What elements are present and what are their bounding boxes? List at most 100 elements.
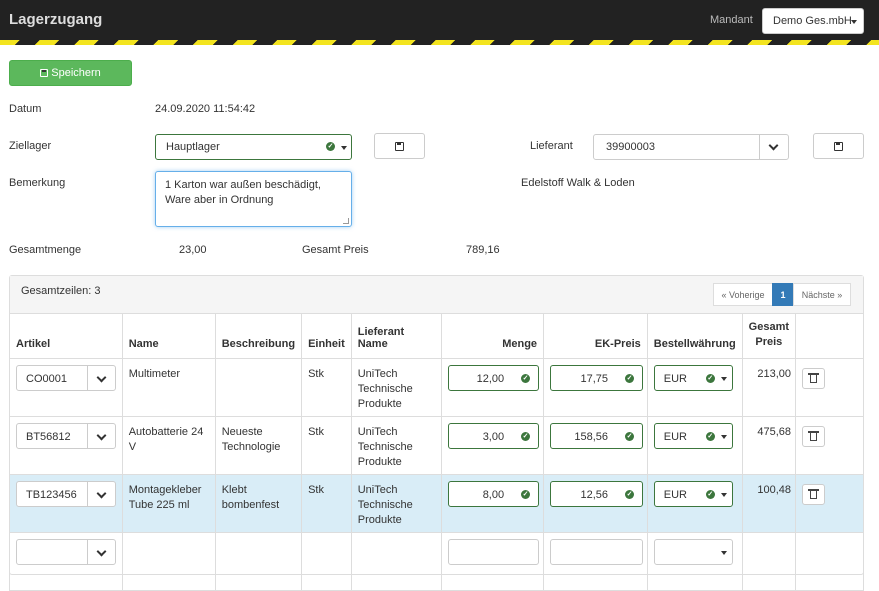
input-divider <box>759 135 760 159</box>
ek-preis-value: 158,56 <box>574 431 609 443</box>
tenant-select[interactable]: Demo Ges.mbH <box>762 8 864 34</box>
einheit-cell: Stk <box>308 426 324 438</box>
name-cell: Multimeter <box>128 368 181 380</box>
table-row: TB123456 Montagekleber Tube 225 ml Klebt… <box>9 474 864 533</box>
pager-prev-button[interactable]: « Voherige <box>713 283 773 306</box>
chevron-down-icon[interactable] <box>96 546 107 557</box>
positions-table: Artikel Name Beschreibung Einheit Liefer… <box>9 313 864 591</box>
waehrung-select[interactable]: EUR ✓ <box>653 423 733 449</box>
waehrung-select[interactable]: EUR ✓ <box>653 365 733 391</box>
check-circle-icon: ✓ <box>705 432 715 441</box>
name-cell: Autobatterie 24 V <box>128 426 204 453</box>
menge-input[interactable]: 12,00 ✓ <box>448 365 540 391</box>
waehrung-value: EUR <box>663 373 687 385</box>
save-button-label: Speichern <box>51 67 101 79</box>
ek-preis-input[interactable]: 12,56 ✓ <box>550 481 644 507</box>
delete-row-button[interactable] <box>802 426 826 447</box>
gesamt-cell: 475,68 <box>757 426 792 438</box>
ziellager-label: Ziellager <box>9 140 52 152</box>
check-circle-icon: ✓ <box>521 432 531 441</box>
menge-input-empty[interactable] <box>448 539 540 565</box>
lieferant-label: Lieferant <box>530 140 573 152</box>
einheit-cell: Stk <box>308 484 324 496</box>
pager-page-1[interactable]: 1 <box>772 283 794 306</box>
col-header-name: Name <box>121 313 216 359</box>
col-header-lieferant-name: Lieferant Name <box>350 313 443 359</box>
col-header-gesamt-preis: Gesamt Preis <box>741 313 797 359</box>
check-circle-icon: ✓ <box>521 374 531 383</box>
panel-header: Gesamtzeilen: 3 « Voherige 1 Nächste » <box>10 276 863 314</box>
artikel-value: CO0001 <box>26 373 67 385</box>
gesamt-cell: 213,00 <box>757 368 792 380</box>
lieferant-name: Edelstoff Walk & Loden <box>521 177 635 189</box>
check-circle-icon: ✓ <box>625 374 635 383</box>
artikel-select[interactable]: CO0001 <box>16 365 116 391</box>
gesamtpreis-value: 789,16 <box>466 244 500 256</box>
col-header-ek-preis: EK-Preis <box>543 313 648 359</box>
chevron-down-icon[interactable] <box>96 488 107 499</box>
col-header-bestellwaehrung: Bestellwährung <box>646 313 743 359</box>
tenant-select-value: Demo Ges.mbH <box>773 15 852 27</box>
resize-handle-icon[interactable] <box>343 218 349 224</box>
floppy-disk-icon <box>834 142 843 151</box>
waehrung-select[interactable]: EUR ✓ <box>653 481 733 507</box>
artikel-value: BT56812 <box>26 431 71 443</box>
lieferant-save-button[interactable] <box>813 133 864 159</box>
menge-value: 3,00 <box>482 431 505 443</box>
col-header-artikel: Artikel <box>9 313 123 359</box>
check-circle-icon: ✓ <box>705 490 715 499</box>
delete-row-button[interactable] <box>802 368 826 389</box>
ziellager-select-value: Hauptlager <box>166 141 220 153</box>
menge-value: 8,00 <box>482 489 505 501</box>
ek-preis-input-empty[interactable] <box>550 539 644 565</box>
col-header-einheit: Einheit <box>301 313 352 359</box>
save-button[interactable]: Speichern <box>9 60 132 86</box>
gesamt-cell: 100,48 <box>757 484 792 496</box>
waehrung-select-empty[interactable] <box>653 539 733 565</box>
table-row: BT56812 Autobatterie 24 V Neueste Techno… <box>9 416 864 475</box>
caret-down-icon <box>720 435 727 439</box>
pager-next-button[interactable]: Nächste » <box>793 283 851 306</box>
waehrung-value: EUR <box>663 431 687 443</box>
top-navbar: Lagerzugang Mandant Demo Ges.mbH <box>0 0 879 40</box>
einheit-cell: Stk <box>308 368 324 380</box>
artikel-select[interactable]: BT56812 <box>16 423 116 449</box>
bemerkung-label: Bemerkung <box>9 177 66 189</box>
trash-icon <box>808 431 820 441</box>
trash-icon <box>808 489 820 499</box>
ek-preis-input[interactable]: 158,56 ✓ <box>550 423 644 449</box>
caret-down-icon <box>851 20 857 24</box>
floppy-disk-icon <box>40 69 49 77</box>
ziellager-save-button[interactable] <box>374 133 425 159</box>
lieferant-cell: UniTech Technische Produkte <box>357 368 413 410</box>
caret-down-icon <box>720 493 727 497</box>
hazard-stripe-divider <box>0 40 879 45</box>
table-row-new <box>9 532 864 591</box>
chevron-down-icon[interactable] <box>768 140 779 151</box>
chevron-down-icon[interactable] <box>96 430 107 441</box>
chevron-down-icon[interactable] <box>96 372 107 383</box>
artikel-select[interactable]: TB123456 <box>16 481 116 507</box>
mandant-label: Mandant <box>710 14 753 26</box>
table-header-row: Artikel Name Beschreibung Einheit Liefer… <box>9 313 864 359</box>
col-header-actions <box>795 313 864 359</box>
lieferant-cell: UniTech Technische Produkte <box>357 426 413 468</box>
row-count: Gesamtzeilen: 3 <box>21 285 101 297</box>
trash-icon <box>808 373 820 383</box>
gesamtmenge-value: 23,00 <box>179 244 207 256</box>
bemerkung-textarea[interactable]: 1 Karton war außen beschädigt, Ware aber… <box>155 171 352 227</box>
ek-preis-input[interactable]: 17,75 ✓ <box>550 365 644 391</box>
delete-row-button[interactable] <box>802 484 826 505</box>
artikel-select-empty[interactable] <box>16 539 116 565</box>
lieferant-input[interactable]: 39900003 <box>593 134 789 160</box>
waehrung-value: EUR <box>663 489 687 501</box>
table-row: CO0001 Multimeter Stk UniTech Technische… <box>9 358 864 417</box>
menge-input[interactable]: 3,00 ✓ <box>448 423 540 449</box>
beschreibung-cell: Klebt bombenfest <box>221 484 280 511</box>
caret-down-icon <box>720 377 727 381</box>
ziellager-select[interactable]: Hauptlager ✓ <box>155 134 352 160</box>
col-header-beschreibung: Beschreibung <box>214 313 303 359</box>
menge-input[interactable]: 8,00 ✓ <box>448 481 540 507</box>
datum-value: 24.09.2020 11:54:42 <box>155 103 256 115</box>
name-cell: Montagekleber Tube 225 ml <box>128 484 202 511</box>
